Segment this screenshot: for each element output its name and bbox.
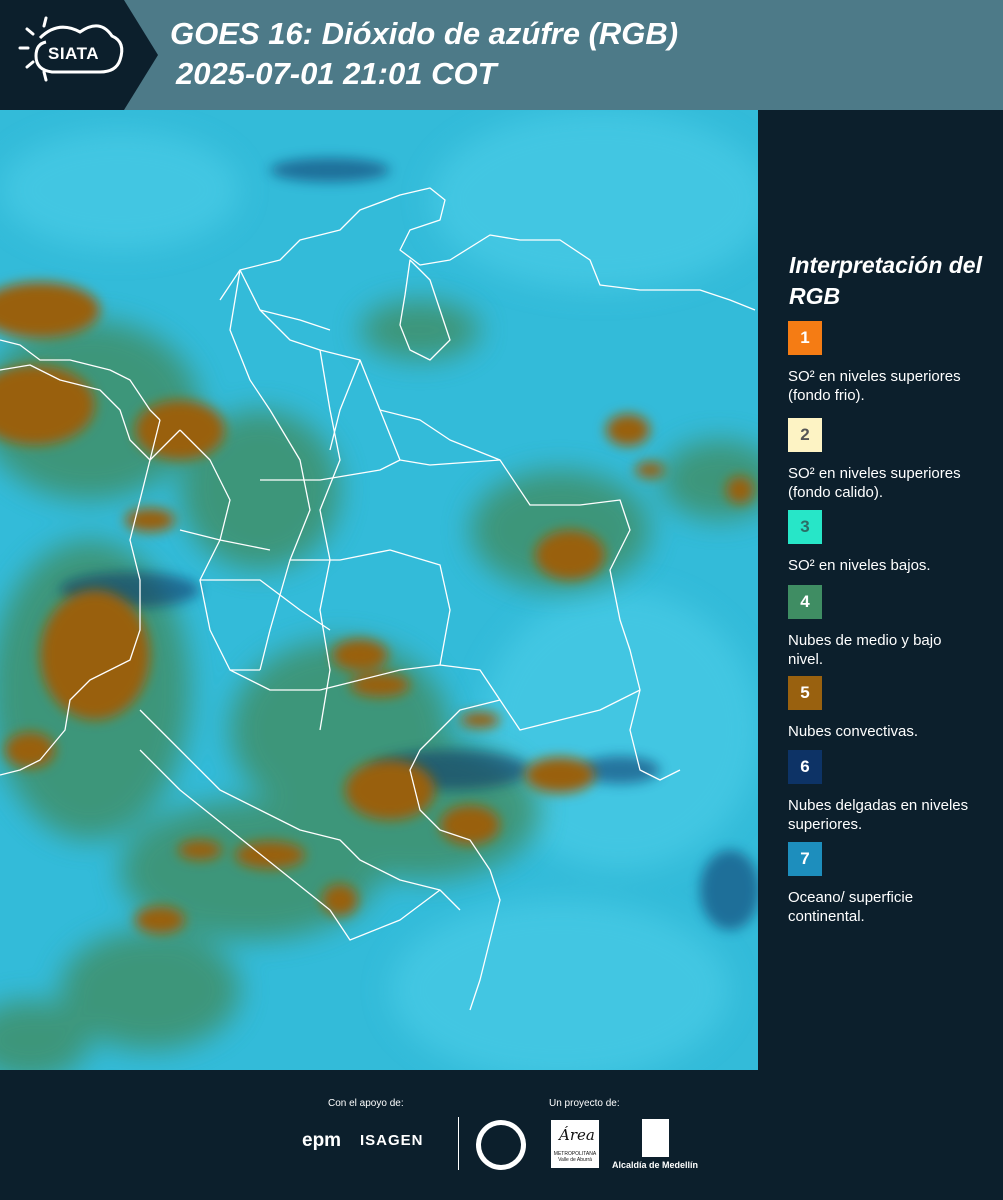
- legend-panel: Interpretación del RGB 1 SO² en niveles …: [758, 110, 1003, 1070]
- legend-desc-5: Nubes convectivas.: [788, 723, 919, 740]
- legend-item-2: 2 SO² en niveles superiores (fondo calid…: [788, 418, 978, 502]
- legend-item-5: 5 Nubes convectivas.: [788, 676, 978, 741]
- footer: Con el apoyo de: Un proyecto de: epm ISA…: [0, 1070, 1003, 1200]
- legend-item-4: 4 Nubes de medio y bajo nivel.: [788, 585, 978, 669]
- legend-swatch-4: 4: [788, 585, 822, 619]
- legend-swatch-3: 3: [788, 510, 822, 544]
- siata-logo-text: SIATA: [48, 44, 99, 63]
- medellin-seal-logo: [476, 1120, 526, 1170]
- support-label: Con el apoyo de:: [328, 1098, 404, 1109]
- legend-swatch-6: 6: [788, 750, 822, 784]
- page-timestamp: 2025-07-01 21:01 COT: [176, 56, 497, 91]
- legend-item-7: 7 Oceano/ superficie continental.: [788, 842, 978, 926]
- alcaldia-shield-icon: [642, 1119, 669, 1157]
- isagen-logo: ISAGEN: [360, 1132, 424, 1149]
- siata-logo: SIATA: [0, 0, 158, 110]
- legend-swatch-number: 3: [800, 517, 810, 536]
- legend-item-1: 1 SO² en niveles superiores (fondo frio)…: [788, 321, 978, 405]
- page-title: GOES 16: Dióxido de azúfre (RGB): [170, 16, 679, 51]
- legend-swatch-number: 7: [800, 849, 810, 868]
- legend-swatch-number: 4: [800, 592, 810, 611]
- legend-swatch-5: 5: [788, 676, 822, 710]
- legend-item-6: 6 Nubes delgadas en niveles superiores.: [788, 750, 978, 834]
- legend-swatch-number: 2: [800, 425, 810, 444]
- legend-desc-6: Nubes delgadas en niveles superiores.: [788, 797, 969, 833]
- seal-inner-icon: [481, 1125, 521, 1165]
- legend-desc-7: Oceano/ superficie continental.: [788, 889, 914, 925]
- area-metropolitana-logo: Área METROPOLITANA Valle de Aburrá: [551, 1120, 599, 1168]
- alcaldia-label: Alcaldía de Medellín: [612, 1160, 699, 1170]
- epm-logo: epm: [302, 1130, 342, 1151]
- area-logo-subtitle: METROPOLITANA Valle de Aburrá: [553, 1151, 597, 1163]
- legend-swatch-2: 2: [788, 418, 822, 452]
- legend-item-3: 3 SO² en niveles bajos.: [788, 510, 978, 575]
- legend-swatch-number: 1: [800, 328, 810, 347]
- satellite-map: [0, 110, 758, 1070]
- legend-desc-3: SO² en niveles bajos.: [788, 557, 931, 574]
- legend-title: Interpretación del RGB: [789, 252, 982, 309]
- project-label: Un proyecto de:: [549, 1098, 620, 1109]
- header-bar: SIATA GOES 16: Dióxido de azúfre (RGB) 2…: [0, 0, 1003, 110]
- area-logo-word: Área: [559, 1126, 595, 1144]
- footer-divider: [458, 1117, 459, 1170]
- legend-swatch-7: 7: [788, 842, 822, 876]
- legend-swatch-number: 5: [800, 683, 810, 702]
- legend-desc-4: Nubes de medio y bajo nivel.: [788, 632, 942, 668]
- legend-desc-2: SO² en niveles superiores (fondo calido)…: [788, 465, 961, 501]
- legend-swatch-number: 6: [800, 757, 810, 776]
- legend-swatch-1: 1: [788, 321, 822, 355]
- legend-desc-1: SO² en niveles superiores (fondo frio).: [788, 368, 961, 404]
